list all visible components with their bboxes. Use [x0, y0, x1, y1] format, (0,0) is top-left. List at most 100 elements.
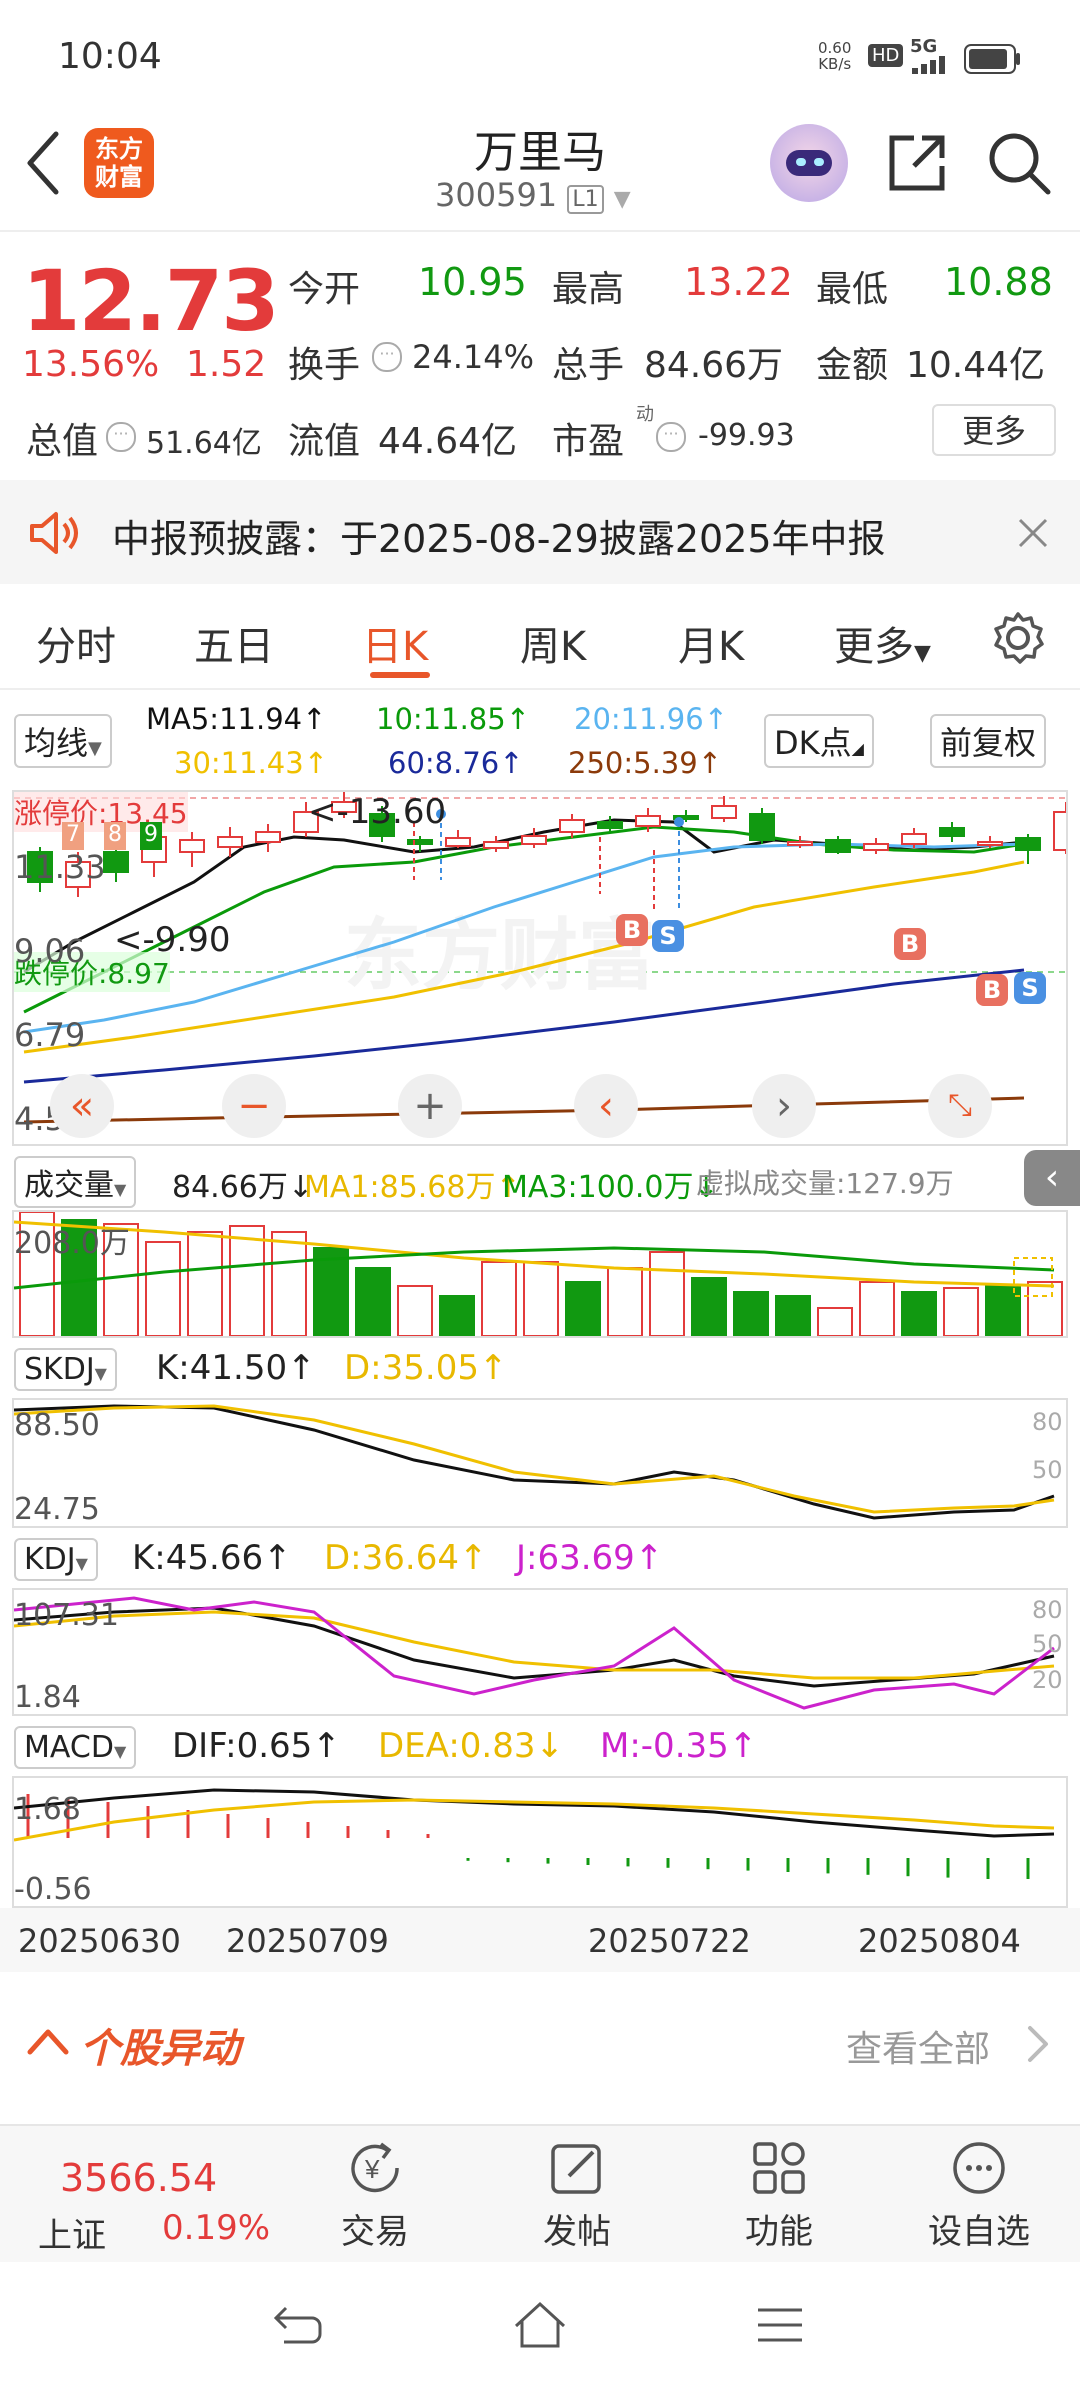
- stock-code-row[interactable]: 300591 L1 ▼: [435, 176, 631, 214]
- indicator-dropdown[interactable]: MACD▼: [14, 1726, 137, 1769]
- volume-bar: [145, 1241, 181, 1336]
- view-all-link[interactable]: 查看全部: [846, 2020, 990, 2072]
- zoom-in-icon[interactable]: +: [398, 1074, 462, 1138]
- gear-icon[interactable]: [990, 610, 1046, 666]
- float-value: 44.64亿: [378, 421, 518, 462]
- info-icon[interactable]: ···: [106, 422, 136, 452]
- macd-svg: [14, 1788, 1055, 1879]
- date-label: 20250804: [858, 1922, 1021, 1960]
- candle-body: [103, 851, 129, 873]
- status-bar: 10:04 0.60 KB/s HD 5G: [0, 0, 1080, 110]
- max-price-note: <-13.60: [308, 792, 447, 832]
- event-badge[interactable]: 7: [62, 822, 84, 850]
- indicator-dropdown[interactable]: KDJ▼: [14, 1538, 98, 1581]
- dk-point-button[interactable]: DK点◢: [764, 714, 874, 768]
- speaker-icon: [30, 512, 78, 554]
- post-button[interactable]: 发帖: [532, 2136, 622, 2253]
- virtual-volume: 虚拟成交量:127.9万: [696, 1167, 954, 1200]
- kdj-d: D:36.64↑: [324, 1538, 488, 1578]
- volume-bar: [187, 1231, 223, 1336]
- collapse-panel-button[interactable]: ‹: [1024, 1150, 1080, 1206]
- rewind-icon[interactable]: «: [50, 1074, 114, 1138]
- home-nav-icon[interactable]: [510, 2298, 570, 2352]
- index-name: 上证: [38, 2216, 106, 2256]
- pe-sup: 动: [636, 404, 654, 425]
- chevron-down-icon: ▼: [88, 738, 102, 759]
- more-button[interactable]: 更多: [932, 404, 1056, 456]
- volume-bar: [1027, 1281, 1063, 1336]
- skdj-ref-label: 50: [1032, 1456, 1063, 1484]
- float-label: 流值: [288, 421, 361, 462]
- sell-signal-badge[interactable]: S: [652, 920, 684, 952]
- scroll-left-icon[interactable]: ‹: [574, 1074, 638, 1138]
- yen-swap-icon: ¥: [351, 2142, 399, 2193]
- indicator-dropdown[interactable]: SKDJ▼: [14, 1348, 117, 1391]
- volume-axis-label: 208.0万: [14, 1226, 130, 1261]
- skdj-svg: [14, 1404, 1055, 1520]
- y-axis-label: 9.06: [14, 932, 86, 970]
- info-icon[interactable]: ···: [656, 422, 686, 452]
- adjust-button[interactable]: 前复权: [930, 714, 1047, 768]
- buy-signal-badge[interactable]: B: [894, 928, 926, 960]
- close-icon[interactable]: [1016, 516, 1050, 550]
- scroll-right-icon[interactable]: ›: [752, 1074, 816, 1138]
- date-label: 20250709: [226, 1922, 389, 1960]
- candle-body: [1015, 837, 1041, 851]
- volume-bar: [397, 1285, 433, 1336]
- index-value[interactable]: 3566.54: [60, 2156, 217, 2200]
- macd-header: MACD▼ DIF:0.65↑ DEA:0.83↓ M:-0.35↑: [0, 1720, 1080, 1778]
- macd-chart[interactable]: 1.68 -0.56: [12, 1776, 1068, 1908]
- volume-label: 总手: [552, 345, 625, 386]
- candle-body: [863, 843, 889, 851]
- event-badge[interactable]: 8: [104, 822, 126, 850]
- volume-bar: [523, 1261, 559, 1336]
- system-nav-bar: [0, 2262, 1080, 2388]
- volume-bar: [439, 1295, 475, 1336]
- skdj-chart[interactable]: 88.50 24.75 80 50: [12, 1398, 1068, 1528]
- stock-code: 300591: [435, 176, 558, 214]
- tab-five-day[interactable]: 五日: [194, 614, 274, 672]
- search-icon[interactable]: [986, 130, 1052, 196]
- zoom-out-icon[interactable]: −: [222, 1074, 286, 1138]
- event-badge[interactable]: 9: [140, 822, 162, 850]
- tab-daily-k[interactable]: 日K: [362, 614, 428, 672]
- kline-chart[interactable]: 东方财富 涨停价:13.45 跌停价:8.97 11.33 9.06 6.79 …: [12, 790, 1068, 1146]
- indicator-dropdown[interactable]: 成交量▼: [14, 1156, 137, 1208]
- add-watchlist-button[interactable]: 设自选: [924, 2136, 1034, 2253]
- notice-bar[interactable]: 中报预披露：于2025-08-29披露2025年中报: [0, 480, 1080, 584]
- date-label: 20250630: [18, 1922, 181, 1960]
- buy-signal-badge[interactable]: B: [976, 974, 1008, 1006]
- skdj-d: D:35.05↑: [344, 1348, 508, 1388]
- tab-more[interactable]: 更多▼: [834, 614, 931, 672]
- ma-dropdown[interactable]: 均线▼: [14, 714, 112, 768]
- assistant-avatar-icon[interactable]: [770, 124, 848, 202]
- volume-header: 成交量▼ 84.66万↓ MA1:85.68万↑ MA3:100.0万↓ 虚拟成…: [0, 1150, 1080, 1210]
- volume-ma1: MA1:85.68万↑: [304, 1170, 521, 1205]
- trade-button[interactable]: ¥ 交易: [330, 2136, 420, 2253]
- abnormal-section: 个股异动 查看全部: [0, 2000, 1080, 2088]
- share-icon[interactable]: [884, 130, 950, 196]
- kdj-chart[interactable]: 107.31 1.84 80 50 20: [12, 1588, 1068, 1716]
- function-button[interactable]: 功能: [734, 2136, 824, 2253]
- pe-label: 市盈: [552, 421, 625, 462]
- change-pct: 13.56%: [22, 344, 160, 385]
- chevron-up-icon[interactable]: [26, 2026, 70, 2056]
- tab-weekly-k[interactable]: 周K: [520, 614, 586, 672]
- menu-nav-icon[interactable]: [754, 2302, 806, 2348]
- fullscreen-icon[interactable]: ⤡: [928, 1074, 992, 1138]
- buy-signal-badge[interactable]: B: [616, 914, 648, 946]
- tab-monthly-k[interactable]: 月K: [678, 614, 744, 672]
- ma60-value: 60:8.76↑: [388, 746, 524, 780]
- volume-bar: [733, 1291, 769, 1336]
- kdj-axis-label: 1.84: [14, 1680, 81, 1715]
- chevron-right-icon[interactable]: [1026, 2024, 1050, 2064]
- back-nav-icon[interactable]: [270, 2300, 326, 2350]
- quote-panel: 12.73 13.56% 1.52 总值 ··· 51.64亿 今开 10.95…: [0, 232, 1080, 477]
- volume-chart[interactable]: 208.0万: [12, 1210, 1068, 1338]
- volume-bar: [481, 1261, 517, 1336]
- tab-intraday[interactable]: 分时: [36, 614, 116, 672]
- macd-dif: DIF:0.65↑: [172, 1726, 341, 1766]
- sell-signal-badge[interactable]: S: [1014, 972, 1046, 1004]
- pe-value: -99.93: [698, 418, 795, 453]
- info-icon[interactable]: ···: [372, 342, 402, 372]
